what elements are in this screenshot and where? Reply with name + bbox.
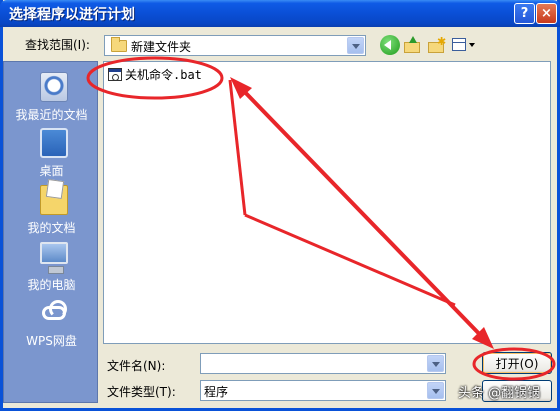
back-icon[interactable] xyxy=(380,35,400,55)
close-button[interactable]: × xyxy=(536,3,557,24)
filename-label: 文件名(N): xyxy=(107,359,166,373)
filetype-value: 程序 xyxy=(204,385,229,399)
folder-icon xyxy=(111,37,127,52)
file-list[interactable]: 关机命令.bat xyxy=(103,61,551,344)
place-label: 我的文档 xyxy=(27,221,76,235)
window-title: 选择程序以进行计划 xyxy=(9,7,135,23)
views-menu-icon[interactable] xyxy=(451,35,475,55)
recent-documents-icon xyxy=(40,72,68,102)
filename-input[interactable] xyxy=(200,353,446,374)
up-folder-icon[interactable] xyxy=(403,35,423,55)
title-bar: 选择程序以进行计划 ? × xyxy=(0,0,560,27)
chevron-down-icon[interactable] xyxy=(427,355,444,372)
batch-file-icon xyxy=(108,67,122,81)
list-item[interactable]: 关机命令.bat xyxy=(108,66,202,82)
new-folder-icon[interactable]: ✱ xyxy=(427,35,447,55)
chevron-down-icon[interactable] xyxy=(427,382,444,399)
file-name: 关机命令.bat xyxy=(125,67,202,82)
look-in-dropdown[interactable]: 新建文件夹 xyxy=(104,35,366,56)
place-label: 桌面 xyxy=(39,164,64,178)
open-button-label: 打开(O) xyxy=(495,356,539,371)
filetype-label: 文件类型(T): xyxy=(107,385,176,399)
look-in-value: 新建文件夹 xyxy=(131,40,192,54)
chevron-down-icon[interactable] xyxy=(347,37,364,54)
my-documents-icon xyxy=(40,185,68,215)
help-button[interactable]: ? xyxy=(514,3,535,24)
place-label: 我最近的文档 xyxy=(15,108,88,122)
my-computer-icon xyxy=(40,242,68,274)
places-bar: 我最近的文档 桌面 我的文档 我的电脑 WPS网盘 xyxy=(3,61,98,403)
watermark: 头条 @翻锅锅 xyxy=(458,386,541,401)
place-label: 我的电脑 xyxy=(27,278,76,292)
wps-cloud-icon xyxy=(40,298,68,328)
place-label: WPS网盘 xyxy=(26,334,77,348)
look-in-label: 查找范围(I): xyxy=(25,38,90,52)
filetype-select[interactable]: 程序 xyxy=(200,380,446,401)
desktop-icon xyxy=(40,128,68,158)
open-button[interactable]: 打开(O) xyxy=(482,352,552,374)
